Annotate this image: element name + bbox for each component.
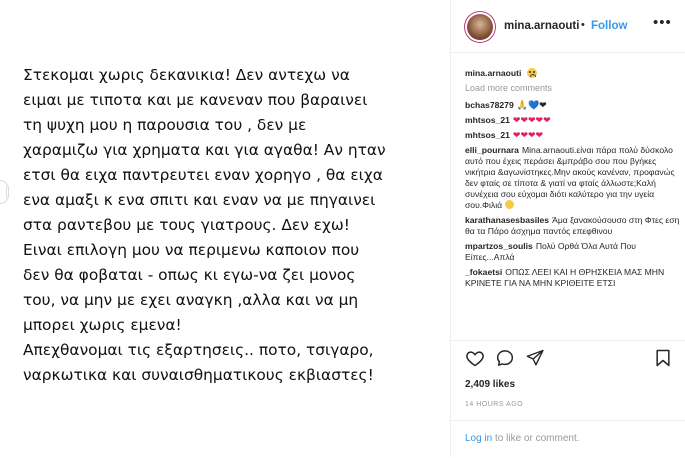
- comment-username[interactable]: bchas78279: [465, 100, 514, 110]
- heart-icon[interactable]: [465, 348, 485, 368]
- comment: karathanasesbasiles Άμα ξανακούσουσο στη …: [465, 215, 680, 237]
- image-text-line: Στεκομαι χωρις δεκανικια! Δεν αντεχω να: [23, 66, 350, 84]
- instagram-post: Στεκομαι χωρις δεκανικια! Δεν αντεχω να …: [0, 0, 685, 457]
- post-sidebar: mina.arnaouti • Follow ••• mina.arnaouti…: [451, 0, 685, 457]
- smile-icon: [504, 200, 514, 209]
- login-link[interactable]: Log in: [465, 433, 492, 444]
- more-options-icon[interactable]: •••: [653, 14, 672, 31]
- post-actions: 2,409 likes 14 HOURS AGO: [451, 340, 685, 421]
- comment-icon[interactable]: [495, 348, 515, 368]
- image-text-line: ειμαι με τιποτα και με κανεναν που βαραι…: [23, 91, 368, 109]
- login-prompt: Log in to like or comment.: [465, 433, 580, 444]
- comment: mhtsos_21 ❤❤❤❤: [465, 130, 680, 141]
- post-header: mina.arnaouti • Follow •••: [451, 0, 685, 53]
- image-text-line: Ειναι επιλογη μου να περιμενω καποιον πο…: [23, 241, 360, 259]
- caption-username[interactable]: mina.arnaouti: [465, 68, 521, 78]
- comment-text: ❤❤❤❤❤: [512, 115, 551, 125]
- avatar[interactable]: [467, 14, 493, 40]
- image-text-line: ετσι θα ειχα παντρευτει εναν χορηγο , θα…: [23, 166, 383, 184]
- image-text-line: στα ραντεβου με τους γιατρους. Δεν εχω!: [23, 216, 350, 234]
- share-icon[interactable]: [525, 348, 545, 368]
- image-text-line: μπορει χωρις εμενα!: [23, 316, 182, 334]
- comment-text: ❤❤❤❤: [512, 130, 544, 140]
- header-username[interactable]: mina.arnaouti: [504, 20, 579, 32]
- image-text-line: δεν θα φοβαται - οπως κι εγω-να ζει μονο…: [23, 266, 356, 284]
- comment: bchas78279 🙏💙❤: [465, 100, 680, 111]
- load-more-comments-button[interactable]: Load more comments: [465, 83, 680, 94]
- comment-username[interactable]: mpartzos_soulis: [465, 241, 533, 251]
- image-text-line: Απεχθανομαι τις εξαρτησεις.. ποτο, τσιγα…: [23, 341, 374, 359]
- image-text-line: τη ψυχη μου η παρουσια του , δεν με: [23, 116, 307, 134]
- comments-list: mina.arnaouti Load more comments bchas78…: [465, 68, 680, 293]
- caption: mina.arnaouti: [465, 68, 680, 79]
- login-rest-text: to like or comment.: [492, 433, 580, 444]
- login-bar: Log in to like or comment.: [451, 420, 685, 458]
- comment-username[interactable]: mhtsos_21: [465, 115, 510, 125]
- comment: mhtsos_21 ❤❤❤❤❤: [465, 115, 680, 126]
- follow-button[interactable]: Follow: [591, 20, 627, 32]
- post-image[interactable]: Στεκομαι χωρις δεκανικια! Δεν αντεχω να …: [0, 0, 451, 457]
- image-text-line: ενα αμαξι κ ενα σπιτι και εναν να με πηγ…: [23, 191, 376, 209]
- comment: elli_pournara Mina.arnaouti.είναι πάρα πο…: [465, 145, 680, 211]
- comment-username[interactable]: elli_pournara: [465, 145, 519, 155]
- comment: _fokaetsi ΟΠΩΣ ΛΕΕΙ ΚΑΙ Η ΘΡΗΣΚΕΙΑ ΜΑΣ ΜΗ…: [465, 267, 680, 289]
- comment-username[interactable]: karathanasesbasiles: [465, 215, 549, 225]
- image-text-line: χαραμιζω για χρηματα και για αγαθα! Αν η…: [23, 141, 386, 159]
- image-text-line: του, να μην με εχει αναγκη ,αλλα και να …: [23, 291, 359, 309]
- sad-face-icon: [526, 68, 537, 78]
- action-icons: [465, 348, 675, 370]
- previous-arrow-icon[interactable]: [0, 180, 9, 204]
- likes-count[interactable]: 2,409 likes: [465, 379, 515, 390]
- separator-dot: •: [581, 19, 585, 31]
- image-text-line: ναρκωτικα και συναισθηματικους εκβιαστες…: [23, 366, 374, 384]
- comment-text: 🙏💙❤: [516, 100, 547, 110]
- bookmark-icon[interactable]: [653, 348, 673, 368]
- comment-username[interactable]: _fokaetsi: [465, 267, 502, 277]
- post-timestamp: 14 HOURS AGO: [465, 401, 524, 408]
- comment: mpartzos_soulis Πολύ Ορθά Όλα Αυτά Που Εί…: [465, 241, 680, 263]
- post-image-text: Στεκομαι χωρις δεκανικια! Δεν αντεχω να …: [23, 63, 443, 388]
- comment-username[interactable]: mhtsos_21: [465, 130, 510, 140]
